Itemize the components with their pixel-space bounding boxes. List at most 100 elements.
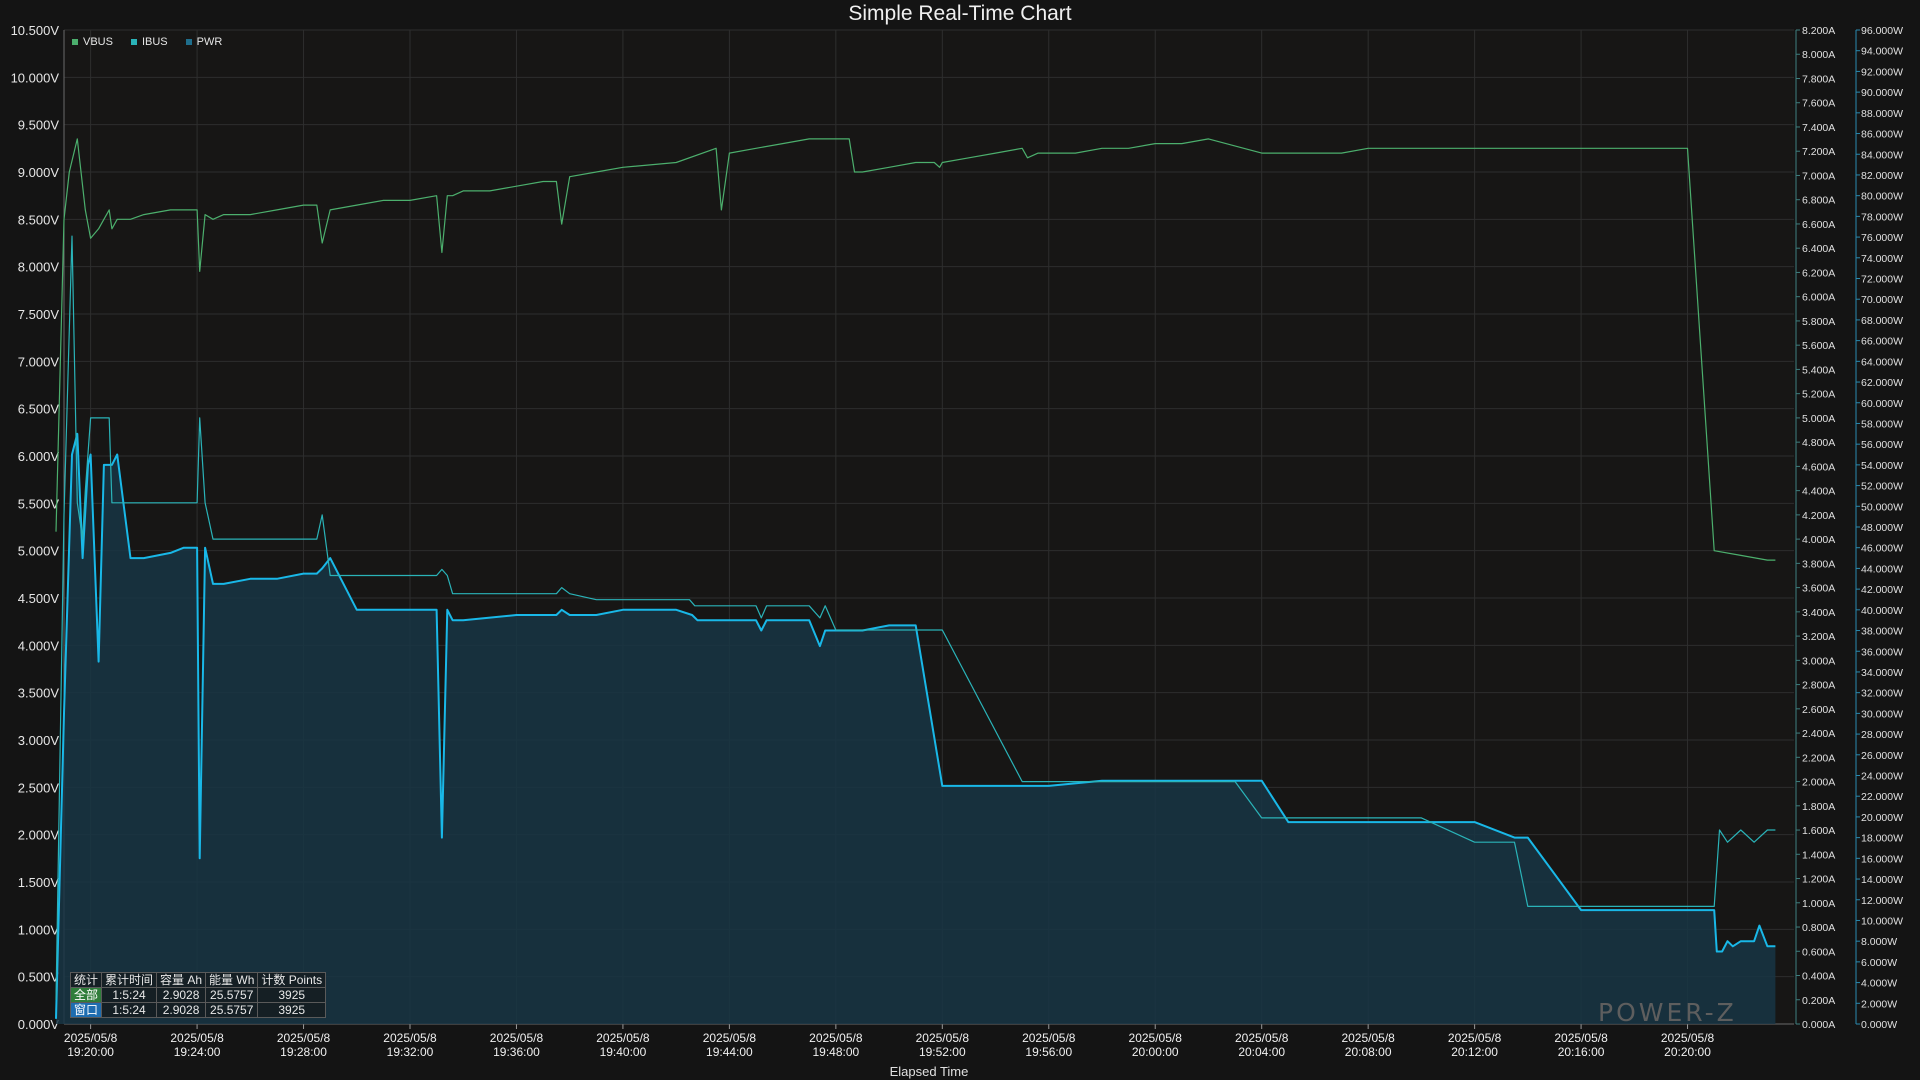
y-tick-label-left: 0.000V	[18, 1017, 60, 1032]
y-tick-label-right-power: 72.000W	[1861, 274, 1903, 286]
y-tick-label-right-power: 36.000W	[1861, 646, 1903, 658]
y-tick-label-right-current: 5.800A	[1802, 316, 1835, 328]
y-tick-label-left: 7.500V	[18, 307, 60, 322]
y-tick-label-right-current: 6.600A	[1802, 219, 1835, 231]
stats-cell: 25.5757	[205, 1002, 259, 1018]
stats-header-row: 统计 累计时间 容量 Ah 能量 Wh 计数 Points	[69, 972, 327, 988]
y-tick-label-right-power: 74.000W	[1861, 253, 1903, 265]
x-tick-label-date: 2025/05/8	[383, 1031, 437, 1045]
stats-cell: 2.9028	[156, 1002, 207, 1018]
y-tick-label-right-current: 3.400A	[1802, 607, 1835, 619]
y-tick-label-left: 8.000V	[18, 260, 60, 275]
x-tick-label-date: 2025/05/8	[703, 1031, 757, 1045]
y-tick-label-right-current: 5.600A	[1802, 340, 1835, 352]
y-tick-label-left: 0.500V	[18, 970, 60, 985]
y-tick-label-right-current: 3.000A	[1802, 655, 1835, 667]
x-tick-label-date: 2025/05/8	[596, 1031, 650, 1045]
chart-legend: VBUS IBUS PWR	[72, 36, 222, 48]
x-tick-label-time: 20:04:00	[1238, 1045, 1285, 1059]
y-tick-label-right-power: 94.000W	[1861, 46, 1903, 58]
y-tick-label-right-current: 8.200A	[1802, 25, 1835, 37]
y-tick-label-right-current: 0.000A	[1802, 1019, 1835, 1031]
y-tick-label-right-current: 3.800A	[1802, 558, 1835, 570]
y-tick-label-right-power: 8.000W	[1861, 936, 1897, 948]
y-tick-label-right-power: 6.000W	[1861, 957, 1897, 969]
y-tick-label-right-current: 6.000A	[1802, 292, 1835, 304]
y-tick-label-right-power: 38.000W	[1861, 626, 1903, 638]
y-tick-label-right-power: 32.000W	[1861, 688, 1903, 700]
y-tick-label-right-power: 10.000W	[1861, 915, 1903, 927]
y-tick-label-right-current: 0.800A	[1802, 922, 1835, 934]
stats-row-all: 全部 1:5:24 2.9028 25.5757 3925	[69, 987, 327, 1003]
x-tick-label-time: 20:16:00	[1558, 1045, 1605, 1059]
y-tick-label-right-current: 7.600A	[1802, 98, 1835, 110]
y-tick-label-right-current: 3.600A	[1802, 583, 1835, 595]
y-tick-label-left: 7.000V	[18, 354, 60, 369]
y-tick-label-right-power: 92.000W	[1861, 66, 1903, 78]
y-tick-label-right-current: 2.200A	[1802, 752, 1835, 764]
y-tick-label-right-current: 7.800A	[1802, 73, 1835, 85]
y-tick-label-left: 10.500V	[11, 23, 60, 38]
y-tick-label-right-current: 7.200A	[1802, 146, 1835, 158]
x-tick-label-time: 20:12:00	[1451, 1045, 1498, 1059]
x-tick-label-date: 2025/05/8	[1129, 1031, 1183, 1045]
y-tick-label-right-power: 30.000W	[1861, 708, 1903, 720]
x-tick-label-date: 2025/05/8	[1022, 1031, 1076, 1045]
y-tick-label-right-current: 6.400A	[1802, 243, 1835, 255]
y-tick-label-right-power: 52.000W	[1861, 481, 1903, 493]
y-tick-label-left: 1.500V	[18, 875, 60, 890]
y-tick-label-right-power: 64.000W	[1861, 356, 1903, 368]
y-tick-label-left: 9.500V	[18, 118, 60, 133]
y-tick-label-right-power: 96.000W	[1861, 25, 1903, 37]
y-tick-label-right-power: 66.000W	[1861, 336, 1903, 348]
y-tick-label-right-current: 6.200A	[1802, 267, 1835, 279]
y-tick-label-right-power: 90.000W	[1861, 87, 1903, 99]
x-tick-label-date: 2025/05/8	[1661, 1031, 1715, 1045]
x-tick-label-time: 19:20:00	[67, 1045, 114, 1059]
stats-row-window: 窗口 1:5:24 2.9028 25.5757 3925	[69, 1002, 327, 1018]
y-tick-label-right-power: 26.000W	[1861, 750, 1903, 762]
y-tick-label-right-current: 8.000A	[1802, 49, 1835, 61]
y-tick-label-left: 6.000V	[18, 449, 60, 464]
y-tick-label-left: 6.500V	[18, 402, 60, 417]
stats-table: 统计 累计时间 容量 Ah 能量 Wh 计数 Points 全部 1:5:24 …	[69, 972, 327, 1018]
x-tick-label-date: 2025/05/8	[916, 1031, 970, 1045]
stats-cell: 1:5:24	[101, 987, 158, 1003]
y-tick-label-right-current: 4.200A	[1802, 510, 1835, 522]
chart-container: Simple Real-Time Chart 0.000V 0.500V 1.000…	[0, 0, 1920, 1080]
y-tick-label-right-power: 78.000W	[1861, 211, 1903, 223]
y-tick-label-right-current: 1.800A	[1802, 801, 1835, 813]
y-tick-label-right-power: 14.000W	[1861, 874, 1903, 886]
y-tick-label-left: 5.000V	[18, 544, 60, 559]
y-tick-label-right-current: 5.000A	[1802, 413, 1835, 425]
y-tick-label-right-power: 46.000W	[1861, 543, 1903, 555]
y-tick-label-right-power: 56.000W	[1861, 439, 1903, 451]
x-tick-label-time: 19:24:00	[174, 1045, 221, 1059]
x-tick-label-time: 19:48:00	[812, 1045, 859, 1059]
legend-item-pwr[interactable]: PWR	[185, 36, 222, 48]
legend-swatch-vbus	[72, 39, 78, 45]
y-tick-label-right-current: 1.400A	[1802, 849, 1835, 861]
legend-item-ibus[interactable]: IBUS	[130, 36, 168, 48]
legend-label-vbus: VBUS	[83, 36, 113, 48]
y-tick-label-right-power: 40.000W	[1861, 605, 1903, 617]
x-tick-label-time: 19:40:00	[600, 1045, 647, 1059]
y-tick-label-right-current: 4.000A	[1802, 534, 1835, 546]
x-tick-label-time: 19:36:00	[493, 1045, 540, 1059]
y-tick-label-right-power: 18.000W	[1861, 833, 1903, 845]
x-tick-label-date: 2025/05/8	[64, 1031, 118, 1045]
y-tick-label-right-power: 86.000W	[1861, 129, 1903, 141]
x-tick-label-date: 2025/05/8	[490, 1031, 544, 1045]
y-tick-label-right-current: 4.400A	[1802, 486, 1835, 498]
y-tick-label-left: 1.000V	[18, 922, 60, 937]
y-tick-label-right-power: 22.000W	[1861, 791, 1903, 803]
x-tick-label-date: 2025/05/8	[1235, 1031, 1289, 1045]
y-tick-label-left: 9.000V	[18, 165, 60, 180]
y-tick-label-right-current: 2.000A	[1802, 777, 1835, 789]
y-tick-label-right-power: 12.000W	[1861, 895, 1903, 907]
y-tick-label-right-current: 2.400A	[1802, 728, 1835, 740]
legend-item-vbus[interactable]: VBUS	[72, 36, 113, 48]
x-tick-label-date: 2025/05/8	[1448, 1031, 1502, 1045]
x-axis-label: Elapsed Time	[889, 1064, 969, 1079]
chart-plot: 0.000V 0.500V 1.000V 1.500V 2.000V 2.500V 3.00…	[11, 23, 1904, 1059]
